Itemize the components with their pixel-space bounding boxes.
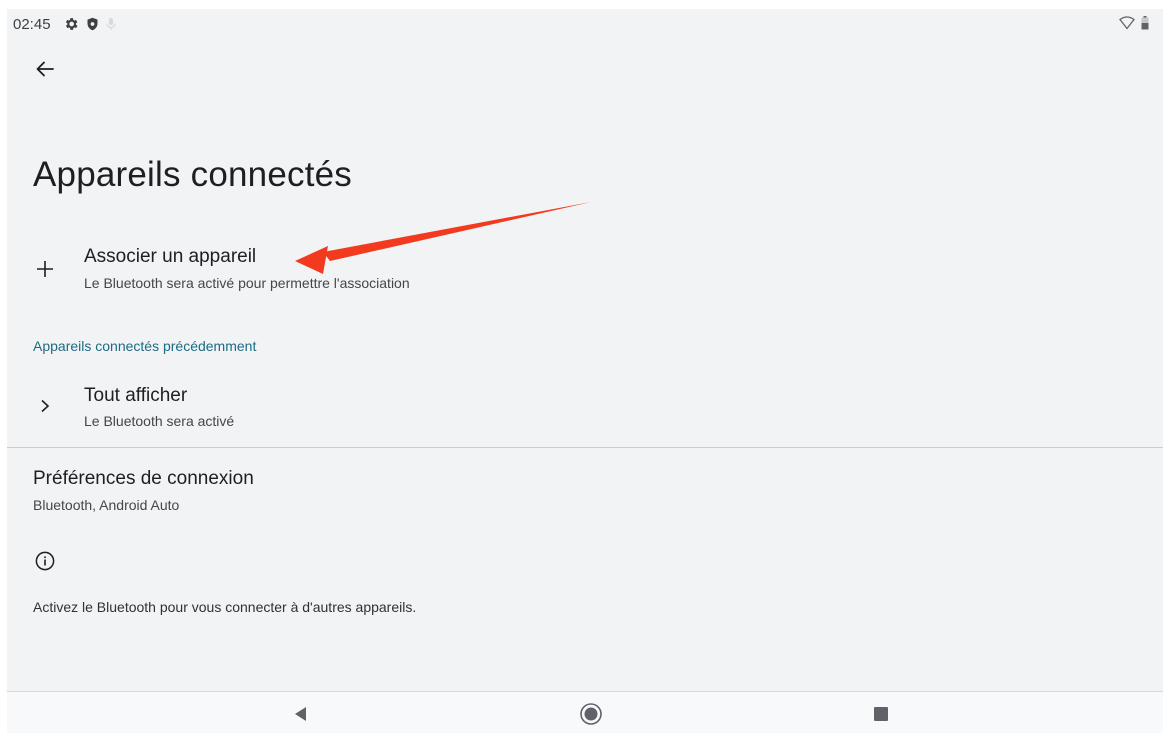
pair-device-title: Associer un appareil bbox=[84, 246, 257, 267]
connection-preferences-subtitle: Bluetooth, Android Auto bbox=[33, 497, 180, 513]
divider bbox=[7, 447, 1163, 448]
see-all-item[interactable]: Tout afficher Le Bluetooth sera activé bbox=[7, 375, 1163, 435]
see-all-title: Tout afficher bbox=[84, 385, 188, 406]
nav-home-button[interactable] bbox=[577, 700, 605, 728]
mic-off-icon bbox=[106, 17, 116, 35]
status-time: 02:45 bbox=[13, 16, 51, 33]
wifi-icon bbox=[1119, 16, 1135, 34]
shield-icon bbox=[85, 16, 100, 36]
previous-devices-header: Appareils connectés précédemment bbox=[33, 338, 257, 354]
info-icon bbox=[33, 549, 57, 573]
battery-icon bbox=[1141, 16, 1149, 34]
page-title: Appareils connectés bbox=[33, 155, 352, 194]
status-bar: 02:45 bbox=[7, 9, 1163, 39]
connection-preferences-item[interactable]: Préférences de connexion Bluetooth, Andr… bbox=[7, 459, 1163, 519]
home-circle-icon bbox=[580, 703, 602, 725]
settings-screen: 02:45 Appareils connectés Associer un ap… bbox=[7, 9, 1163, 733]
settings-icon bbox=[63, 16, 79, 36]
nav-recents-button[interactable] bbox=[867, 700, 895, 728]
back-arrow-icon bbox=[36, 61, 54, 77]
connection-preferences-title: Préférences de connexion bbox=[33, 468, 254, 489]
navigation-bar bbox=[7, 691, 1163, 733]
status-right-icons bbox=[1119, 16, 1149, 34]
info-text: Activez le Bluetooth pour vous connecter… bbox=[33, 599, 417, 615]
status-left-icons bbox=[63, 16, 116, 36]
nav-back-button[interactable] bbox=[286, 700, 314, 728]
pair-device-subtitle: Le Bluetooth sera activé pour permettre … bbox=[84, 275, 410, 291]
pair-device-item[interactable]: Associer un appareil Le Bluetooth sera a… bbox=[7, 237, 1163, 301]
back-button[interactable] bbox=[31, 55, 59, 83]
see-all-subtitle: Le Bluetooth sera activé bbox=[84, 413, 235, 429]
recents-square-icon bbox=[874, 707, 888, 721]
plus-icon bbox=[33, 257, 57, 281]
chevron-right-icon bbox=[33, 394, 57, 418]
annotation-arrow bbox=[295, 202, 591, 274]
back-triangle-icon bbox=[295, 707, 306, 721]
